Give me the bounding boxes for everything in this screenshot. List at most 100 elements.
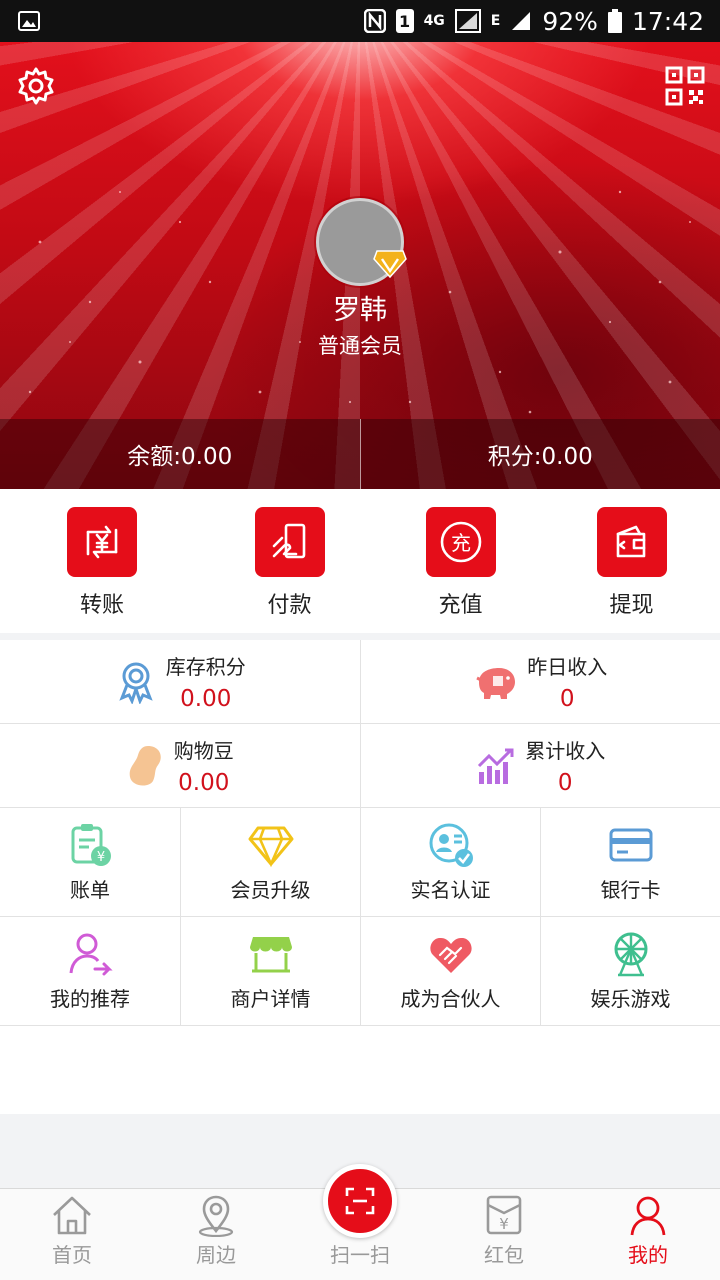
- action-recharge[interactable]: 充 充值: [375, 489, 546, 633]
- action-recharge-label: 充值: [438, 593, 483, 618]
- tab-home-label: 首页: [52, 1243, 92, 1267]
- menu-become-partner[interactable]: 成为合伙人: [360, 917, 540, 1025]
- menu-real-name-label: 实名认证: [410, 877, 491, 902]
- signal-strength-icon: [512, 12, 531, 30]
- content-spacer: [0, 1026, 720, 1114]
- settings-gear-icon[interactable]: [16, 66, 56, 106]
- tab-mine[interactable]: 我的: [576, 1189, 720, 1280]
- location-icon: [198, 1195, 234, 1237]
- menu-bill-label: 账单: [70, 877, 110, 902]
- menu-become-partner-label: 成为合伙人: [400, 986, 501, 1011]
- referral-icon: [69, 933, 113, 975]
- menu-my-referral[interactable]: 我的推荐: [0, 917, 180, 1025]
- diamond-icon: [248, 826, 293, 867]
- tab-red-packet[interactable]: ¥ 红包: [432, 1189, 576, 1280]
- medal-icon: [119, 662, 153, 704]
- red-packet-icon: ¥: [486, 1195, 522, 1235]
- menu-my-referral-label: 我的推荐: [50, 986, 130, 1011]
- balance-text: 余额:0.00: [127, 444, 233, 470]
- id-verify-icon: [429, 823, 473, 867]
- kpi-shopping-beans-label: 购物豆: [173, 739, 234, 763]
- tab-nearby-label: 周边: [196, 1243, 236, 1267]
- points-text: 积分:0.00: [487, 444, 593, 470]
- menu-row: ¥ 账单 会员升级 实名认证 银行卡: [0, 808, 720, 917]
- balance-cell[interactable]: 余额:0.00: [0, 419, 360, 489]
- user-icon: [630, 1196, 666, 1236]
- bean-icon: [129, 745, 161, 786]
- action-transfer-label: 转账: [79, 593, 124, 618]
- payment-icon: [254, 507, 325, 577]
- ferris-wheel-icon: [614, 932, 647, 976]
- menu-member-upgrade-label: 会员升级: [230, 877, 311, 902]
- member-level: 普通会员: [318, 334, 402, 358]
- scan-button[interactable]: [323, 1164, 397, 1238]
- shop-icon: [249, 936, 292, 972]
- nfc-icon: [363, 9, 386, 33]
- growth-chart-icon: [478, 748, 514, 784]
- menu-merchant-details-label: 商户详情: [230, 986, 311, 1011]
- menu-bank-card[interactable]: 银行卡: [540, 808, 720, 916]
- menu-real-name[interactable]: 实名认证: [360, 808, 540, 916]
- menu-member-upgrade[interactable]: 会员升级: [180, 808, 360, 916]
- sim-badge: 1: [395, 9, 414, 33]
- kpi-yesterday-income-value: 0: [559, 686, 575, 712]
- kpi-stock-points-value: 0.00: [180, 686, 232, 712]
- withdraw-icon: [596, 507, 667, 577]
- svg-text:¥: ¥: [499, 1215, 509, 1233]
- handshake-icon: [429, 937, 472, 973]
- kpi-shopping-beans[interactable]: 购物豆 0.00: [0, 724, 360, 807]
- vip-diamond-icon: [373, 250, 407, 279]
- kpi-row: 库存积分 0.00 昨日收入 0: [0, 640, 720, 724]
- menu-bill[interactable]: ¥ 账单: [0, 808, 180, 916]
- action-transfer[interactable]: 转账: [0, 489, 204, 633]
- piggy-bank-icon: [476, 667, 516, 699]
- signal-icon: [454, 9, 481, 33]
- menu-entertainment-label: 娱乐游戏: [590, 986, 671, 1011]
- quick-actions: 转账 付款 充 充值 提现: [0, 489, 720, 633]
- transfer-icon: [67, 507, 137, 577]
- kpi-yesterday-income[interactable]: 昨日收入 0: [359, 640, 720, 723]
- status-bar: 1 4G E 92% 17:42: [0, 0, 720, 42]
- tab-mine-label: 我的: [628, 1243, 668, 1267]
- menu-row: 我的推荐 商户详情 成为合伙人 娱乐游戏: [0, 917, 720, 1026]
- avatar[interactable]: [316, 198, 407, 286]
- feature-menu: ¥ 账单 会员升级 实名认证 银行卡 我的推荐 商户详情 成为合伙人 娱乐游戏: [0, 808, 720, 1026]
- svg-text:充: 充: [451, 531, 471, 555]
- recharge-icon: 充: [425, 507, 496, 577]
- profile-header: 罗韩 普通会员 余额:0.00 积分:0.00: [0, 42, 720, 489]
- clock: 17:42: [631, 6, 704, 36]
- bill-icon: ¥: [71, 823, 111, 866]
- bank-card-icon: [609, 828, 652, 861]
- account-stats: 库存积分 0.00 昨日收入 0 购物豆 0.00 累计收入 0: [0, 640, 720, 808]
- kpi-shopping-beans-value: 0.00: [178, 770, 230, 796]
- kpi-stock-points-label: 库存积分: [165, 655, 246, 679]
- kpi-total-income-label: 累计收入: [525, 739, 606, 763]
- action-withdraw-label: 提现: [609, 593, 654, 618]
- menu-bank-card-label: 银行卡: [600, 877, 661, 902]
- scan-icon: [345, 1187, 375, 1215]
- tab-red-packet-label: 红包: [484, 1243, 524, 1267]
- kpi-stock-points[interactable]: 库存积分 0.00: [0, 640, 360, 723]
- balance-bar: 余额:0.00 积分:0.00: [0, 419, 720, 489]
- tab-scan-label: 扫一扫: [330, 1243, 390, 1267]
- battery-icon: [607, 9, 622, 33]
- tab-home[interactable]: 首页: [0, 1189, 144, 1280]
- qr-code-icon[interactable]: [665, 66, 705, 106]
- gallery-notification-icon: [18, 11, 40, 31]
- network-4g-label: 4G: [423, 13, 445, 29]
- kpi-total-income-value: 0: [557, 770, 573, 796]
- kpi-total-income[interactable]: 累计收入 0: [359, 724, 720, 807]
- tab-nearby[interactable]: 周边: [144, 1189, 288, 1280]
- action-payment[interactable]: 付款: [204, 489, 375, 633]
- user-name: 罗韩: [333, 295, 387, 326]
- kpi-yesterday-income-label: 昨日收入: [527, 655, 608, 679]
- menu-entertainment[interactable]: 娱乐游戏: [540, 917, 720, 1025]
- action-withdraw[interactable]: 提现: [546, 489, 717, 633]
- action-payment-label: 付款: [267, 593, 312, 618]
- points-cell[interactable]: 积分:0.00: [361, 419, 720, 489]
- battery-percent: 92%: [542, 6, 598, 36]
- kpi-row: 购物豆 0.00 累计收入 0: [0, 724, 720, 808]
- menu-merchant-details[interactable]: 商户详情: [180, 917, 360, 1025]
- network-e-label: E: [490, 13, 501, 29]
- home-icon: [53, 1196, 91, 1235]
